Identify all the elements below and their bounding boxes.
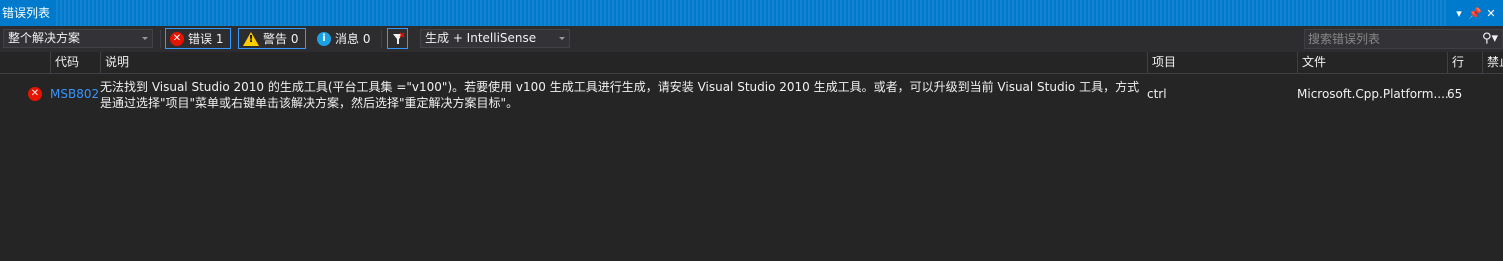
error-icon: ✕ — [28, 87, 42, 101]
separator — [381, 30, 382, 48]
title-bar: 错误列表 ▾ 📌 ✕ — [0, 0, 1503, 26]
error-icon: ✕ — [170, 31, 184, 46]
funnel-icon — [392, 31, 405, 44]
filter-funnel-button[interactable] — [387, 28, 408, 49]
dropdown-arrow-icon[interactable]: ▾ — [1451, 7, 1467, 20]
warning-icon: ! — [243, 31, 259, 46]
separator — [160, 30, 161, 48]
error-description: 无法找到 Visual Studio 2010 的生成工具(平台工具集 ="v1… — [100, 80, 1140, 110]
column-header-line[interactable]: 行 — [1447, 52, 1482, 73]
window-controls: ▾ 📌 ✕ — [1447, 0, 1503, 26]
column-header-description[interactable]: 说明 — [100, 52, 1147, 73]
column-header-suppression[interactable]: 禁止 — [1482, 52, 1503, 73]
error-file: Microsoft.Cpp.Platform.... — [1297, 87, 1449, 101]
toolbar: 整个解决方案 ✕ 错误 1 ! 警告 0 i 消息 0 生成 + Intelli… — [0, 26, 1503, 52]
error-line: 65 — [1447, 87, 1463, 101]
messages-label: 消息 0 — [335, 32, 371, 46]
warnings-filter-button[interactable]: ! 警告 0 — [238, 28, 306, 49]
messages-filter-button[interactable]: i 消息 0 — [312, 28, 378, 49]
error-project: ctrl — [1147, 87, 1167, 101]
pin-icon[interactable]: 📌 — [1467, 7, 1483, 20]
close-icon[interactable]: ✕ — [1483, 7, 1499, 20]
column-header-row: 代码 说明 项目 文件 行 禁止 — [0, 52, 1503, 74]
errors-label: 错误 1 — [188, 32, 224, 46]
search-input[interactable] — [1305, 30, 1471, 48]
errors-filter-button[interactable]: ✕ 错误 1 — [165, 28, 231, 49]
search-box[interactable]: ⚲▾ — [1304, 29, 1503, 49]
window-title: 错误列表 — [0, 0, 57, 26]
scope-dropdown[interactable]: 整个解决方案 — [3, 29, 153, 48]
warnings-label: 警告 0 — [263, 32, 299, 46]
error-code-link[interactable]: MSB802 — [50, 87, 99, 101]
column-header-type[interactable] — [26, 52, 50, 73]
search-icon[interactable]: ⚲▾ — [1482, 31, 1498, 46]
chevron-down-icon — [559, 37, 565, 40]
scope-value: 整个解决方案 — [8, 31, 81, 45]
info-icon: i — [317, 31, 331, 46]
table-row[interactable]: ✕ MSB802 无法找到 Visual Studio 2010 的生成工具(平… — [0, 75, 1503, 113]
build-filter-dropdown[interactable]: 生成 + IntelliSense — [420, 29, 570, 48]
column-header-file[interactable]: 文件 — [1297, 52, 1447, 73]
chevron-down-icon — [142, 37, 148, 40]
build-filter-value: 生成 + IntelliSense — [425, 31, 537, 45]
column-header-code[interactable]: 代码 — [50, 52, 100, 73]
column-header-project[interactable]: 项目 — [1147, 52, 1297, 73]
